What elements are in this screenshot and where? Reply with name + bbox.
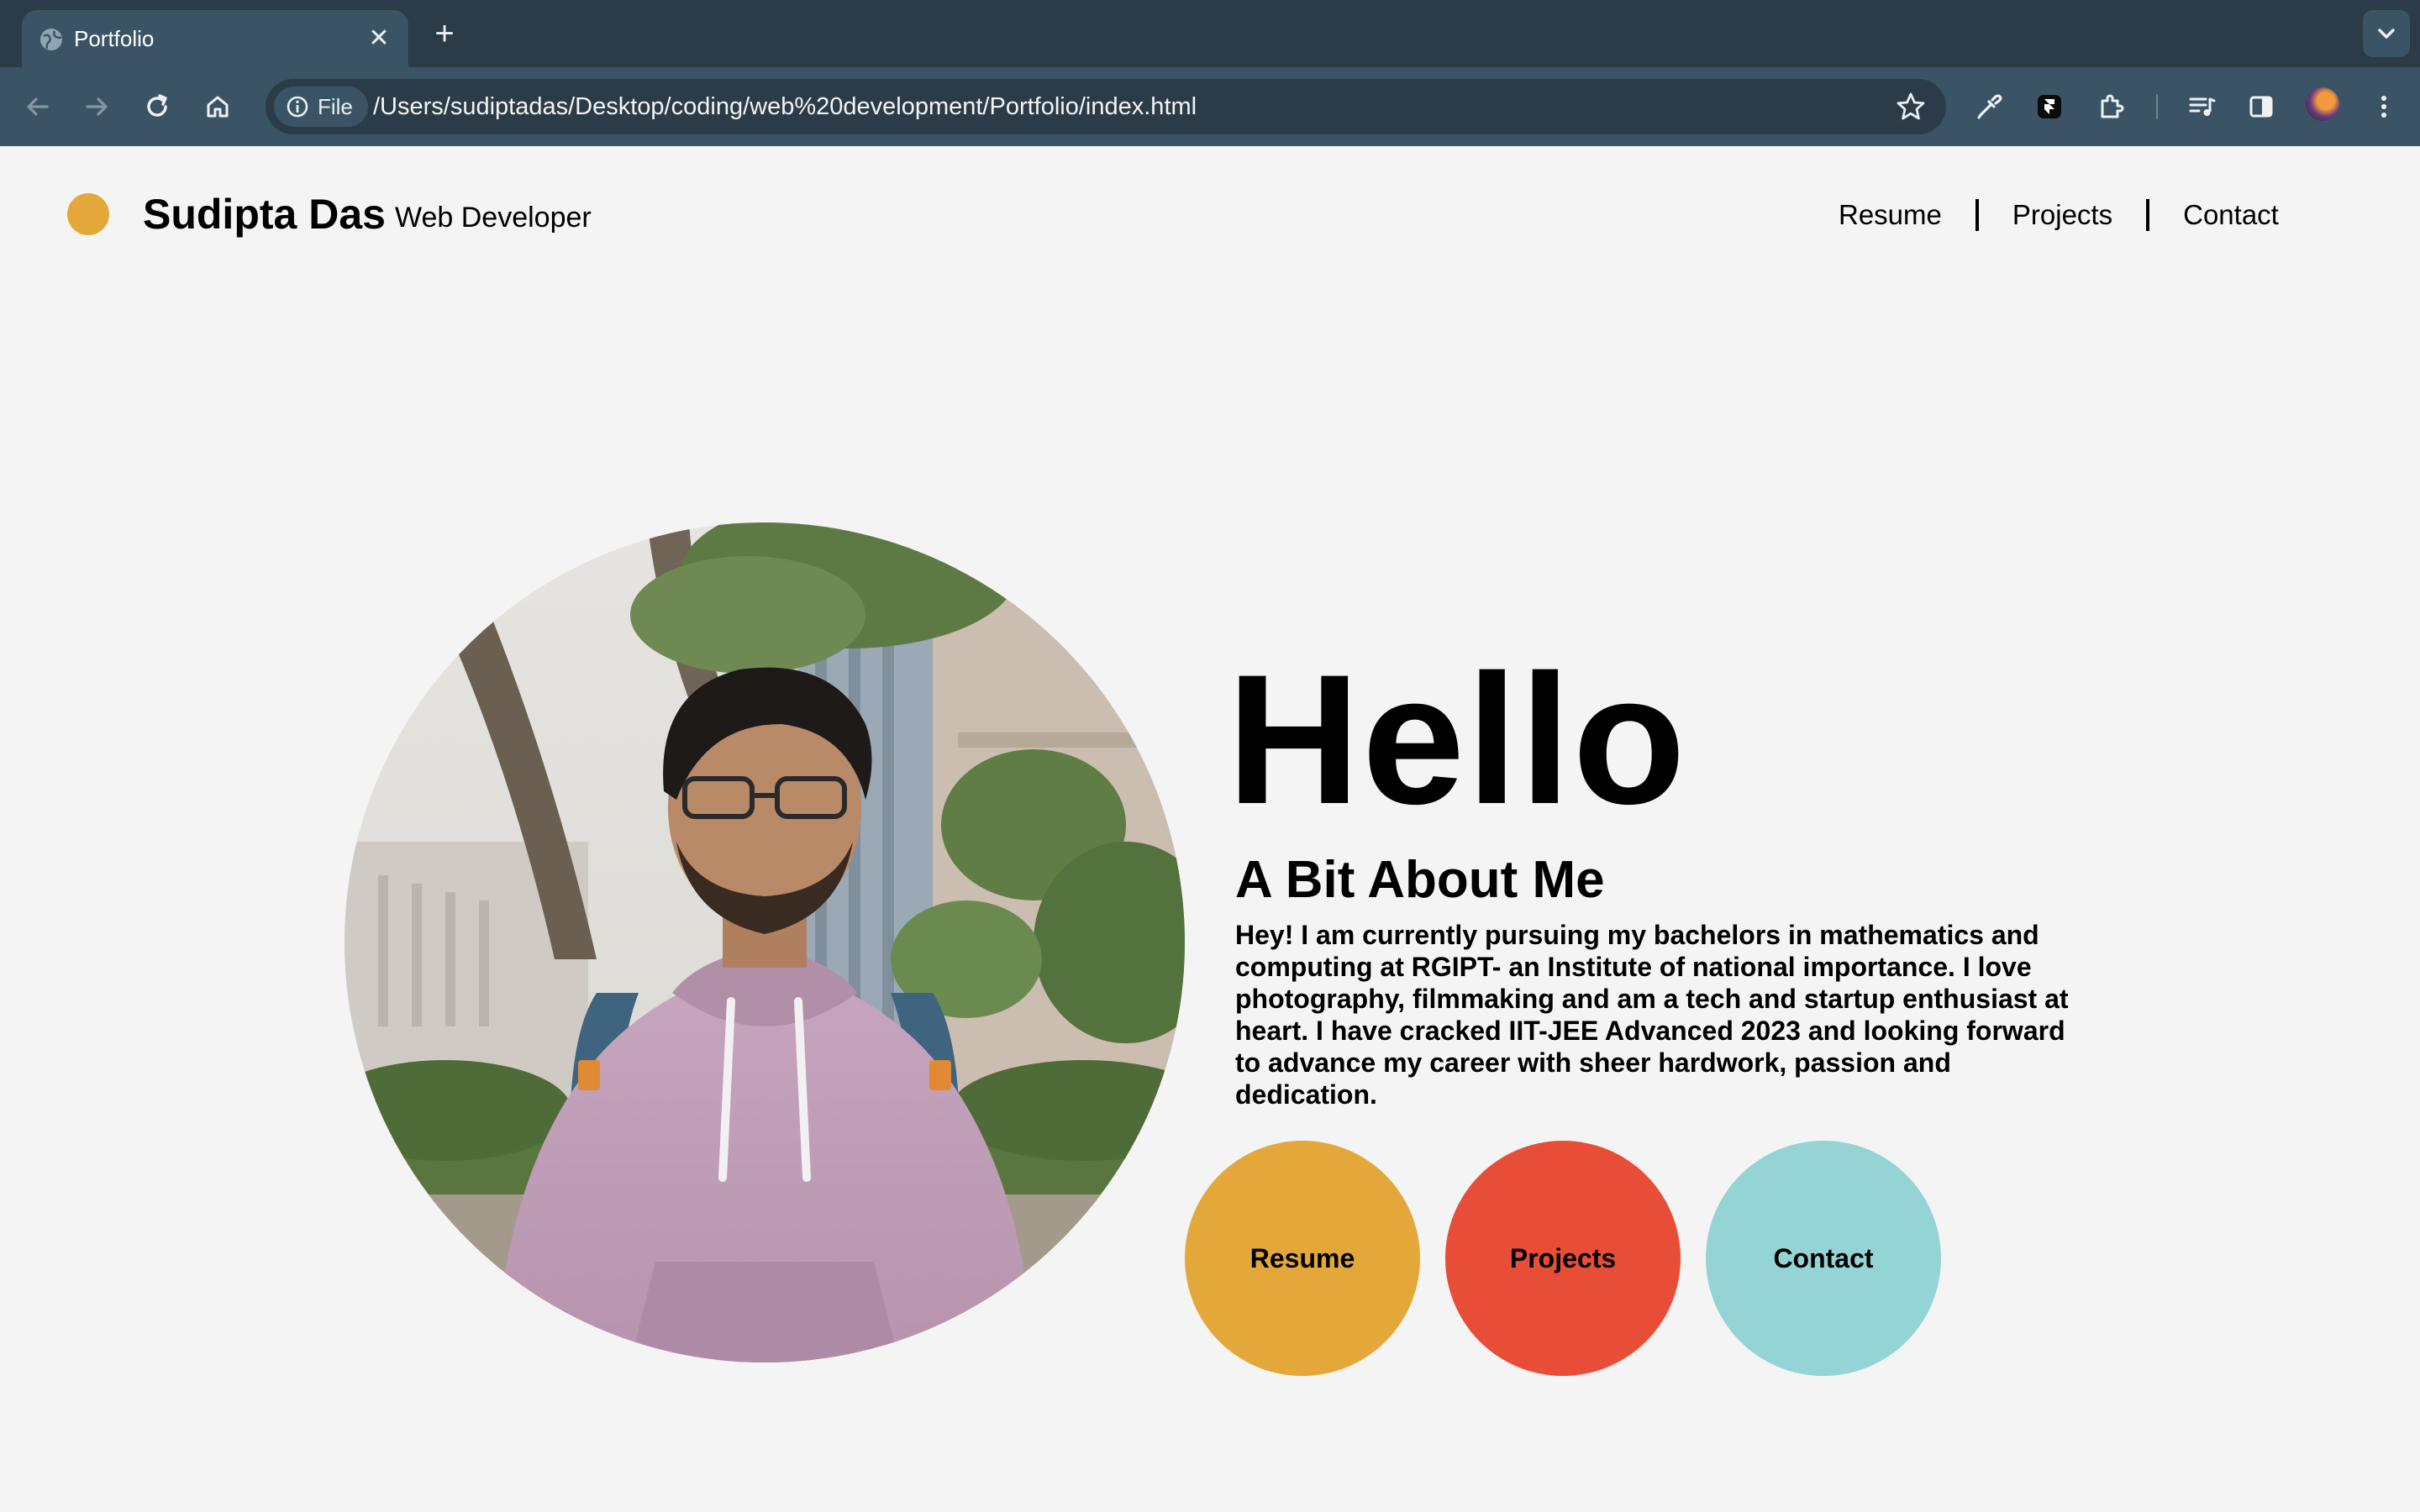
browser-tab[interactable]: Portfolio ✕	[22, 10, 408, 67]
arrow-left-icon	[27, 97, 49, 116]
arrow-right-icon	[86, 97, 108, 116]
chip-label: File	[318, 93, 353, 119]
new-tab-button[interactable]: +	[427, 16, 462, 51]
kebab-menu-icon	[2381, 96, 2386, 118]
chevron-down-icon	[2378, 29, 2395, 39]
nav-projects-link[interactable]: Projects	[2012, 199, 2112, 231]
projects-button[interactable]: Projects	[1445, 1141, 1681, 1376]
back-button[interactable]	[18, 87, 57, 126]
reload-button[interactable]	[138, 87, 176, 126]
contact-button[interactable]: Contact	[1706, 1141, 1941, 1376]
about-heading: A Bit About Me	[1235, 851, 1605, 909]
nav-separator	[1975, 199, 1979, 231]
tab-title: Portfolio	[74, 26, 155, 51]
logo-dot	[67, 193, 109, 235]
browser-menu-button[interactable]	[2365, 87, 2403, 126]
address-bar[interactable]: File /Users/sudiptadas/Desktop/coding/we…	[266, 79, 1946, 134]
hero-greeting: Hello	[1227, 636, 1687, 843]
browser-toolbar: File /Users/sudiptadas/Desktop/coding/we…	[0, 67, 2420, 146]
home-icon	[207, 96, 229, 118]
nav-resume-link[interactable]: Resume	[1839, 199, 1942, 231]
url-text[interactable]: /Users/sudiptadas/Desktop/coding/web%20d…	[373, 79, 1197, 134]
page-content: Sudipta Das Web Developer Resume Project…	[0, 146, 2420, 1512]
extensions-button[interactable]	[2092, 87, 2131, 126]
globe-icon	[40, 29, 62, 50]
framer-icon	[2038, 95, 2061, 118]
site-role: Web Developer	[395, 202, 592, 234]
profile-photo	[345, 522, 1185, 1362]
toolbar-divider	[2156, 94, 2158, 119]
top-nav: Resume Projects Contact	[1839, 197, 2279, 234]
profile-avatar[interactable]	[2306, 87, 2339, 121]
home-button[interactable]	[198, 87, 237, 126]
media-controls-button[interactable]	[2183, 87, 2222, 126]
eyedropper-button[interactable]	[1970, 87, 2008, 126]
about-paragraph: Hey! I am currently pursuing my bachelor…	[1235, 920, 2069, 1110]
side-panel-button[interactable]	[2242, 87, 2281, 126]
media-controls-icon	[2189, 97, 2216, 116]
reload-icon	[147, 94, 167, 117]
browser-tab-strip: Portfolio ✕ +	[0, 0, 2420, 67]
site-info-chip[interactable]: File	[274, 87, 368, 127]
nav-separator	[2146, 199, 2150, 231]
side-panel-icon	[2249, 96, 2273, 118]
site-name[interactable]: Sudipta Das	[143, 190, 386, 239]
framer-extension-button[interactable]	[2030, 87, 2069, 126]
nav-contact-link[interactable]: Contact	[2183, 199, 2279, 231]
forward-button[interactable]	[77, 87, 116, 126]
resume-button[interactable]: Resume	[1185, 1141, 1420, 1376]
tab-close-icon[interactable]: ✕	[365, 24, 393, 53]
puzzle-icon	[2101, 94, 2124, 118]
tab-search-button[interactable]	[2363, 10, 2410, 57]
info-icon	[287, 96, 308, 118]
eyedropper-icon	[1977, 94, 2002, 119]
star-icon[interactable]	[1894, 90, 1928, 123]
